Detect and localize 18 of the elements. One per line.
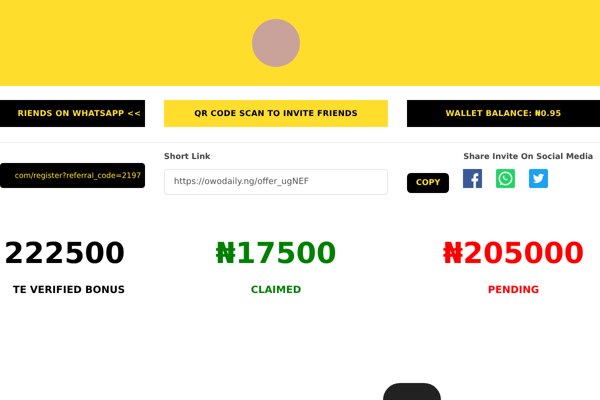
share-label: Share Invite On Social Media — [463, 151, 594, 163]
amount-value: 222500 — [2, 235, 125, 272]
stat-label: PENDING — [486, 284, 540, 298]
action-button[interactable]: RIENDS ON WHATSAPP << — [0, 100, 145, 127]
bird-icon[interactable] — [529, 169, 548, 188]
amount-value: ₦205000 — [442, 235, 586, 272]
stat-label: CLAIMED — [250, 284, 302, 298]
f-logo-icon[interactable] — [463, 169, 482, 188]
phone-bubble-icon[interactable] — [496, 169, 516, 188]
short-link-field[interactable]: https://owodaily.ng/offer_ugNEF — [164, 169, 388, 195]
amount-value: ₦17500 — [214, 235, 338, 272]
action-button[interactable]: WALLET BALANCE: ₦0.95 — [407, 100, 600, 127]
qr-invite-button[interactable]: QR CODE SCAN TO INVITE FRIENDS — [164, 100, 388, 127]
avatar-photo-placeholder — [252, 19, 300, 67]
photo-placeholder — [383, 383, 441, 400]
field-label: Short Link — [164, 151, 212, 163]
copy-button[interactable]: COPY — [407, 173, 450, 193]
stat-label: TE VERIFIED BONUS — [12, 284, 125, 298]
